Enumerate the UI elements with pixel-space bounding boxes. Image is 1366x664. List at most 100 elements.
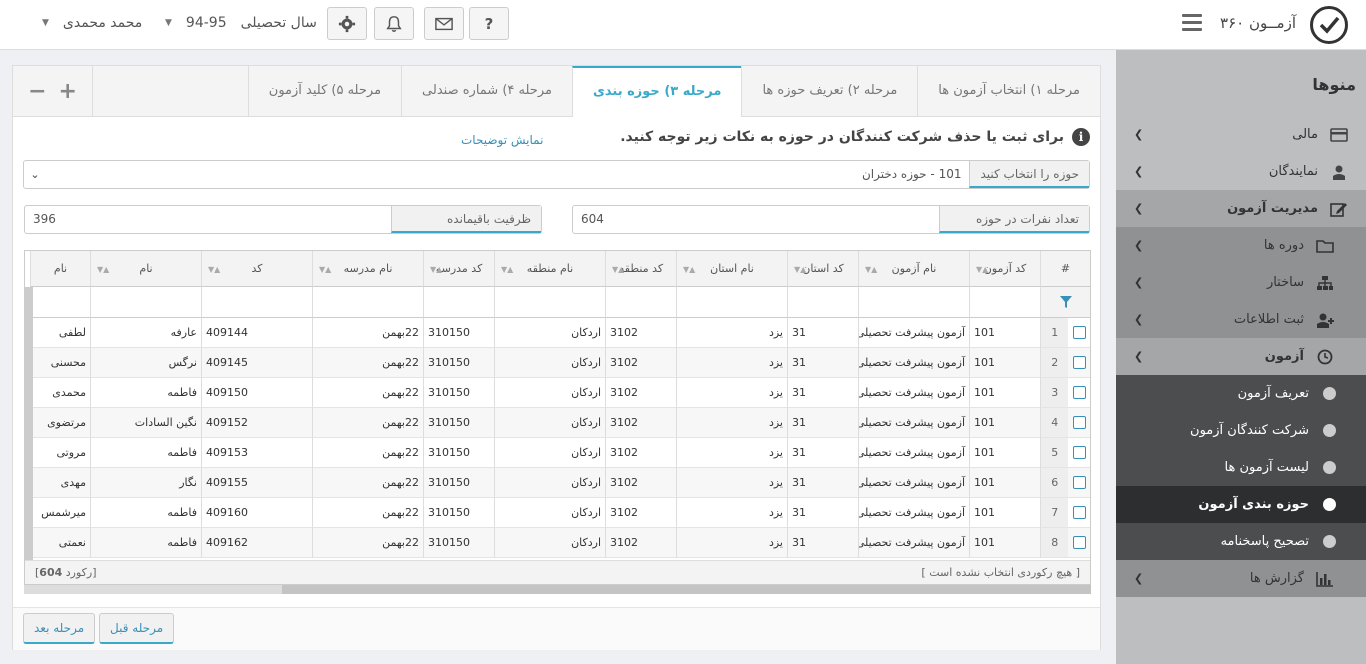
table-cell: عارفه [90, 318, 201, 348]
sidebar-item-exam-list[interactable]: لیست آزمون ها [1116, 449, 1366, 486]
tab-step-4[interactable]: مرحله ۴) شماره صندلی [401, 66, 572, 116]
sidebar-item-exam-management[interactable]: مدیریت آزمون ❯ [1116, 190, 1366, 227]
tab-step-2[interactable]: مرحله ۲) تعریف حوزه ها [741, 66, 918, 116]
filter-input[interactable] [30, 287, 90, 318]
wizard-tabs: مرحله ۱) انتخاب آزمون ها مرحله ۲) تعریف … [13, 66, 1100, 117]
filter-input[interactable] [90, 287, 201, 318]
table-row[interactable]: 3 101 آزمون پیشرفت تحصیلی 31 یزد 3102 اردکان 31… [30, 378, 1090, 408]
sidebar-item-reports[interactable]: گزارش ها ❯ [1116, 560, 1366, 597]
sort-icon: ▲▼ [501, 265, 514, 274]
notifications-button[interactable] [374, 7, 414, 40]
row-number: 5 [1041, 438, 1069, 467]
sidebar-item-exam[interactable]: آزمون ❯ [1116, 338, 1366, 375]
tab-step-5[interactable]: مرحله ۵) کلید آزمون [247, 66, 402, 116]
filter-input[interactable] [312, 287, 423, 318]
academic-year-select[interactable]: ▼ 94-95 سال تحصیلی [165, 15, 317, 31]
sidebar-item-exam-zoning[interactable]: حوزه بندی آزمون [1116, 486, 1366, 523]
agent-icon [1328, 164, 1350, 180]
record-count-suffix: رکورد] [65, 566, 97, 579]
settings-button[interactable] [327, 7, 367, 40]
horizontal-scrollbar[interactable] [24, 585, 1091, 594]
sidebar-item-data-entry[interactable]: ثبت اطلاعات ❯ [1116, 301, 1366, 338]
table-cell: 3102 [605, 348, 676, 378]
table-cell: 3102 [605, 408, 676, 438]
filter-input[interactable] [201, 287, 312, 318]
table-cell: اردکان [494, 408, 605, 438]
tab-step-3[interactable]: مرحله ۳) حوزه بندی [571, 66, 742, 117]
filter-input[interactable] [423, 287, 494, 318]
row-checkbox[interactable] [1072, 416, 1086, 429]
filter-input[interactable] [494, 287, 605, 318]
sidebar-item-label: مدیریت آزمون [1227, 201, 1318, 216]
table-row[interactable]: 1 101 آزمون پیشرفت تحصیلی 31 یزد 3102 اردکان 31… [30, 318, 1090, 348]
column-header[interactable]: نام [30, 251, 90, 287]
sidebar-item-label: ثبت اطلاعات [1233, 312, 1304, 327]
sidebar-item-label: حوزه بندی آزمون [1198, 497, 1309, 512]
table-row[interactable]: 8 101 آزمون پیشرفت تحصیلی 31 یزد 3102 اردکان 31… [30, 528, 1090, 558]
sidebar-item-structure[interactable]: ساختار ❯ [1116, 264, 1366, 301]
table-cell: یزد [676, 318, 787, 348]
sidebar-item-finance[interactable]: مالی ❯ [1116, 116, 1366, 153]
column-header[interactable]: کد منطقه ▲▼ [605, 251, 676, 287]
sort-icon: ▲▼ [319, 265, 332, 274]
zone-count-field: تعداد نفرات در حوزه 604 [572, 205, 1090, 234]
table-row[interactable]: 2 101 آزمون پیشرفت تحصیلی 31 یزد 3102 اردکان 31… [30, 348, 1090, 378]
column-header[interactable]: نام مدرسه ▲▼ [312, 251, 423, 287]
table-cell: 409145 [201, 348, 312, 378]
next-step-button[interactable]: مرحله بعد [23, 613, 96, 644]
sidebar-item-agents[interactable]: نمایندگان ❯ [1116, 153, 1366, 190]
column-header[interactable]: نام منطقه ▲▼ [494, 251, 605, 287]
sidebar-item-exam-participants[interactable]: شرکت کنندگان آزمون [1116, 412, 1366, 449]
row-checkbox[interactable] [1072, 446, 1086, 459]
table-cell: 310150 [423, 468, 494, 498]
column-header[interactable]: نام آزمون ▲▼ [858, 251, 969, 287]
row-checkbox[interactable] [1072, 386, 1086, 399]
show-description-link[interactable]: نمایش توضیحات [461, 133, 543, 147]
sort-icon: ▲▼ [208, 265, 221, 274]
table-cell: 101 [969, 438, 1040, 468]
sidebar-item-answer-sheet-correction[interactable]: تصحیح پاسخنامه [1116, 523, 1366, 560]
column-header[interactable]: نام ▲▼ [90, 251, 201, 287]
filter-input[interactable] [676, 287, 787, 318]
record-count-value: 604 [39, 566, 63, 579]
zone-select[interactable]: حوزه را انتخاب کنید 101 - حوزه دختران ⌄ [23, 160, 1090, 189]
row-checkbox[interactable] [1072, 476, 1086, 489]
row-checkbox[interactable] [1072, 536, 1086, 549]
column-header[interactable]: کد ▲▼ [201, 251, 312, 287]
filter-input[interactable] [858, 287, 969, 318]
table-cell: 3102 [605, 468, 676, 498]
participants-grid: # کد آزمون ▲▼ نام آزمون ▲▼ کد استان ▲▼ نام … [24, 250, 1091, 585]
messages-button[interactable] [424, 7, 464, 40]
filter-input[interactable] [969, 287, 1040, 318]
sidebar-item-define-exam[interactable]: تعریف آزمون [1116, 375, 1366, 412]
expand-plus-icon[interactable]: + [59, 79, 77, 104]
previous-step-button[interactable]: مرحله قبل [99, 613, 175, 644]
sidebar-item-courses[interactable]: دوره ها ❯ [1116, 227, 1366, 264]
row-checkbox[interactable] [1072, 506, 1086, 519]
table-cell: یزد [676, 408, 787, 438]
filter-input[interactable] [605, 287, 676, 318]
table-row[interactable]: 7 101 آزمون پیشرفت تحصیلی 31 یزد 3102 اردکان 31… [30, 498, 1090, 528]
column-header[interactable]: نام استان ▲▼ [676, 251, 787, 287]
user-menu[interactable]: ▼ محمد محمدی [42, 15, 142, 31]
row-number: 6 [1041, 468, 1069, 497]
hamburger-menu-icon[interactable] [1182, 14, 1202, 32]
table-row[interactable]: 4 101 آزمون پیشرفت تحصیلی 31 یزد 3102 اردکان 31… [30, 408, 1090, 438]
filter-icon[interactable] [1040, 287, 1090, 318]
column-header[interactable]: کد مدرسه ▲▼ [423, 251, 494, 287]
table-row[interactable]: 6 101 آزمون پیشرفت تحصیلی 31 یزد 3102 اردکان 31… [30, 468, 1090, 498]
logo-check-icon[interactable] [1310, 6, 1348, 44]
row-checkbox[interactable] [1072, 326, 1086, 339]
scrollbar-thumb[interactable] [282, 585, 1091, 594]
row-checkbox-cell [1068, 348, 1090, 377]
column-header[interactable]: کد استان ▲▼ [787, 251, 858, 287]
vertical-scrollbar[interactable] [25, 287, 33, 563]
table-row[interactable]: 5 101 آزمون پیشرفت تحصیلی 31 یزد 3102 اردکان 31… [30, 438, 1090, 468]
row-checkbox[interactable] [1072, 356, 1086, 369]
filter-input[interactable] [787, 287, 858, 318]
collapse-minus-icon[interactable]: − [28, 79, 46, 104]
help-button[interactable]: ? [469, 7, 509, 40]
tab-step-1[interactable]: مرحله ۱) انتخاب آزمون ها [917, 66, 1100, 116]
table-cell: 101 [969, 408, 1040, 438]
column-header[interactable]: کد آزمون ▲▼ [969, 251, 1040, 287]
